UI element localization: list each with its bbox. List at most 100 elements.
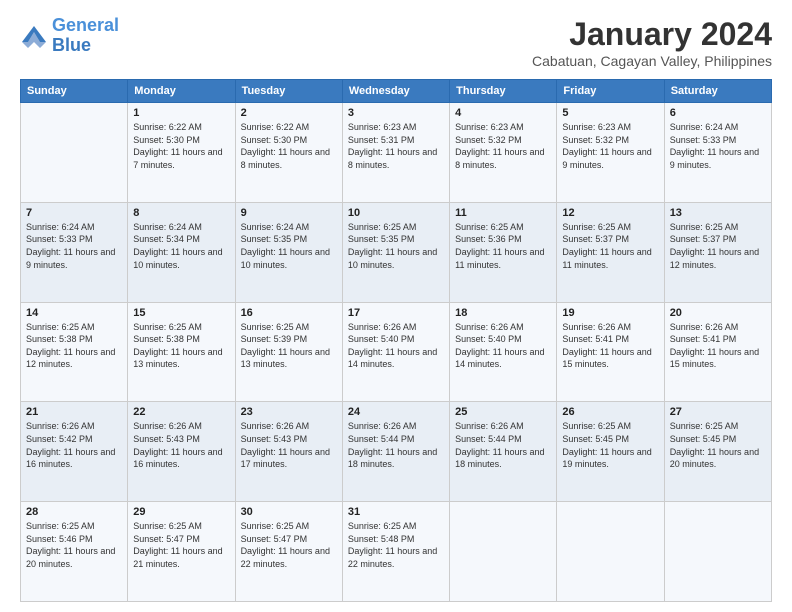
calendar-cell: 27Sunrise: 6:25 AMSunset: 5:45 PMDayligh… — [664, 402, 771, 502]
day-number: 31 — [348, 506, 444, 518]
calendar-cell: 14 Sunrise: 6:25 AMSunset: 5:38 PMDayligh… — [21, 302, 128, 402]
day-info: Sunrise: 6:26 AMSunset: 5:44 PMDaylight:… — [348, 420, 444, 470]
calendar-cell: 22 Sunrise: 6:26 AMSunset: 5:43 PMDayligh… — [128, 402, 235, 502]
calendar-cell: 4Sunrise: 6:23 AMSunset: 5:32 PMDaylight… — [450, 103, 557, 203]
logo-icon — [20, 22, 48, 50]
calendar-day-header: Sunday — [21, 80, 128, 103]
day-number: 12 — [562, 207, 658, 219]
day-info: Sunrise: 6:26 AMSunset: 5:43 PMDaylight:… — [241, 420, 337, 470]
day-info: Sunrise: 6:25 AMSunset: 5:39 PMDaylight:… — [241, 321, 337, 371]
calendar-cell: 25 Sunrise: 6:26 AMSunset: 5:44 PMDayligh… — [450, 402, 557, 502]
day-number: 28 — [26, 506, 122, 518]
day-number: 7 — [26, 207, 122, 219]
calendar-week-row: 14 Sunrise: 6:25 AMSunset: 5:38 PMDayligh… — [21, 302, 772, 402]
day-info: Sunrise: 6:23 AMSunset: 5:31 PMDaylight:… — [348, 121, 444, 171]
day-number: 23 — [241, 406, 337, 418]
day-info: Sunrise: 6:24 AMSunset: 5:33 PMDaylight:… — [26, 221, 122, 271]
calendar-cell: 5Sunrise: 6:23 AMSunset: 5:32 PMDaylight… — [557, 103, 664, 203]
day-number: 14 — [26, 307, 122, 319]
calendar-cell — [664, 502, 771, 602]
day-number: 8 — [133, 207, 229, 219]
calendar-body: 1 Sunrise: 6:22 AMSunset: 5:30 PMDaylight… — [21, 103, 772, 602]
calendar-cell: 11Sunrise: 6:25 AMSunset: 5:36 PMDayligh… — [450, 202, 557, 302]
calendar-cell: 17Sunrise: 6:26 AMSunset: 5:40 PMDayligh… — [342, 302, 449, 402]
day-number: 26 — [562, 406, 658, 418]
day-info: Sunrise: 6:25 AMSunset: 5:38 PMDaylight:… — [133, 321, 229, 371]
calendar-cell: 12 Sunrise: 6:25 AMSunset: 5:37 PMDayligh… — [557, 202, 664, 302]
calendar-cell: 15Sunrise: 6:25 AMSunset: 5:38 PMDayligh… — [128, 302, 235, 402]
day-info: Sunrise: 6:22 AMSunset: 5:30 PMDaylight:… — [241, 121, 337, 171]
day-info: Sunrise: 6:25 AMSunset: 5:45 PMDaylight:… — [562, 420, 658, 470]
main-title: January 2024 — [532, 16, 772, 53]
day-info: Sunrise: 6:26 AMSunset: 5:43 PMDaylight:… — [133, 420, 229, 470]
day-number: 19 — [562, 307, 658, 319]
day-number: 13 — [670, 207, 766, 219]
calendar-day-header: Monday — [128, 80, 235, 103]
day-number: 25 — [455, 406, 551, 418]
logo: General Blue — [20, 16, 119, 56]
calendar-cell: 8 Sunrise: 6:24 AMSunset: 5:34 PMDaylight… — [128, 202, 235, 302]
day-number: 4 — [455, 107, 551, 119]
calendar-cell: 20Sunrise: 6:26 AMSunset: 5:41 PMDayligh… — [664, 302, 771, 402]
calendar-cell: 9 Sunrise: 6:24 AMSunset: 5:35 PMDaylight… — [235, 202, 342, 302]
day-info: Sunrise: 6:25 AMSunset: 5:38 PMDaylight:… — [26, 321, 122, 371]
calendar-cell: 18 Sunrise: 6:26 AMSunset: 5:40 PMDayligh… — [450, 302, 557, 402]
day-number: 1 — [133, 107, 229, 119]
day-info: Sunrise: 6:26 AMSunset: 5:40 PMDaylight:… — [455, 321, 551, 371]
calendar-cell: 13 Sunrise: 6:25 AMSunset: 5:37 PMDayligh… — [664, 202, 771, 302]
calendar-cell: 19 Sunrise: 6:26 AMSunset: 5:41 PMDayligh… — [557, 302, 664, 402]
logo-text: General Blue — [52, 16, 119, 56]
day-number: 9 — [241, 207, 337, 219]
day-info: Sunrise: 6:22 AMSunset: 5:30 PMDaylight:… — [133, 121, 229, 171]
header: General Blue January 2024 Cabatuan, Caga… — [20, 16, 772, 69]
calendar-cell — [557, 502, 664, 602]
day-number: 18 — [455, 307, 551, 319]
calendar-week-row: 7 Sunrise: 6:24 AMSunset: 5:33 PMDaylight… — [21, 202, 772, 302]
day-info: Sunrise: 6:26 AMSunset: 5:40 PMDaylight:… — [348, 321, 444, 371]
calendar-cell — [21, 103, 128, 203]
calendar-cell: 23 Sunrise: 6:26 AMSunset: 5:43 PMDayligh… — [235, 402, 342, 502]
calendar-cell: 10 Sunrise: 6:25 AMSunset: 5:35 PMDayligh… — [342, 202, 449, 302]
calendar-cell: 2 Sunrise: 6:22 AMSunset: 5:30 PMDaylight… — [235, 103, 342, 203]
day-number: 24 — [348, 406, 444, 418]
calendar-day-header: Thursday — [450, 80, 557, 103]
calendar-week-row: 1 Sunrise: 6:22 AMSunset: 5:30 PMDaylight… — [21, 103, 772, 203]
calendar-day-header: Friday — [557, 80, 664, 103]
calendar-cell: 31 Sunrise: 6:25 AMSunset: 5:48 PMDayligh… — [342, 502, 449, 602]
day-number: 21 — [26, 406, 122, 418]
day-info: Sunrise: 6:25 AMSunset: 5:46 PMDaylight:… — [26, 520, 122, 570]
calendar-cell — [450, 502, 557, 602]
calendar-week-row: 28 Sunrise: 6:25 AMSunset: 5:46 PMDayligh… — [21, 502, 772, 602]
day-number: 22 — [133, 406, 229, 418]
day-info: Sunrise: 6:26 AMSunset: 5:42 PMDaylight:… — [26, 420, 122, 470]
day-info: Sunrise: 6:25 AMSunset: 5:37 PMDaylight:… — [562, 221, 658, 271]
day-info: Sunrise: 6:25 AMSunset: 5:35 PMDaylight:… — [348, 221, 444, 271]
page: General Blue January 2024 Cabatuan, Caga… — [0, 0, 792, 612]
day-info: Sunrise: 6:24 AMSunset: 5:33 PMDaylight:… — [670, 121, 766, 171]
day-info: Sunrise: 6:24 AMSunset: 5:35 PMDaylight:… — [241, 221, 337, 271]
day-number: 16 — [241, 307, 337, 319]
day-info: Sunrise: 6:26 AMSunset: 5:41 PMDaylight:… — [670, 321, 766, 371]
day-info: Sunrise: 6:25 AMSunset: 5:48 PMDaylight:… — [348, 520, 444, 570]
day-number: 29 — [133, 506, 229, 518]
calendar-day-header: Tuesday — [235, 80, 342, 103]
day-number: 2 — [241, 107, 337, 119]
calendar-cell: 28 Sunrise: 6:25 AMSunset: 5:46 PMDayligh… — [21, 502, 128, 602]
calendar-cell: 24 Sunrise: 6:26 AMSunset: 5:44 PMDayligh… — [342, 402, 449, 502]
day-info: Sunrise: 6:26 AMSunset: 5:44 PMDaylight:… — [455, 420, 551, 470]
day-number: 11 — [455, 207, 551, 219]
day-info: Sunrise: 6:23 AMSunset: 5:32 PMDaylight:… — [562, 121, 658, 171]
calendar-header-row: SundayMondayTuesdayWednesdayThursdayFrid… — [21, 80, 772, 103]
calendar-cell: 1 Sunrise: 6:22 AMSunset: 5:30 PMDaylight… — [128, 103, 235, 203]
subtitle: Cabatuan, Cagayan Valley, Philippines — [532, 53, 772, 69]
day-number: 6 — [670, 107, 766, 119]
calendar-cell: 26 Sunrise: 6:25 AMSunset: 5:45 PMDayligh… — [557, 402, 664, 502]
title-block: January 2024 Cabatuan, Cagayan Valley, P… — [532, 16, 772, 69]
calendar-day-header: Saturday — [664, 80, 771, 103]
calendar-cell: 30Sunrise: 6:25 AMSunset: 5:47 PMDayligh… — [235, 502, 342, 602]
day-info: Sunrise: 6:26 AMSunset: 5:41 PMDaylight:… — [562, 321, 658, 371]
day-info: Sunrise: 6:25 AMSunset: 5:37 PMDaylight:… — [670, 221, 766, 271]
day-info: Sunrise: 6:25 AMSunset: 5:47 PMDaylight:… — [241, 520, 337, 570]
day-number: 10 — [348, 207, 444, 219]
day-info: Sunrise: 6:24 AMSunset: 5:34 PMDaylight:… — [133, 221, 229, 271]
